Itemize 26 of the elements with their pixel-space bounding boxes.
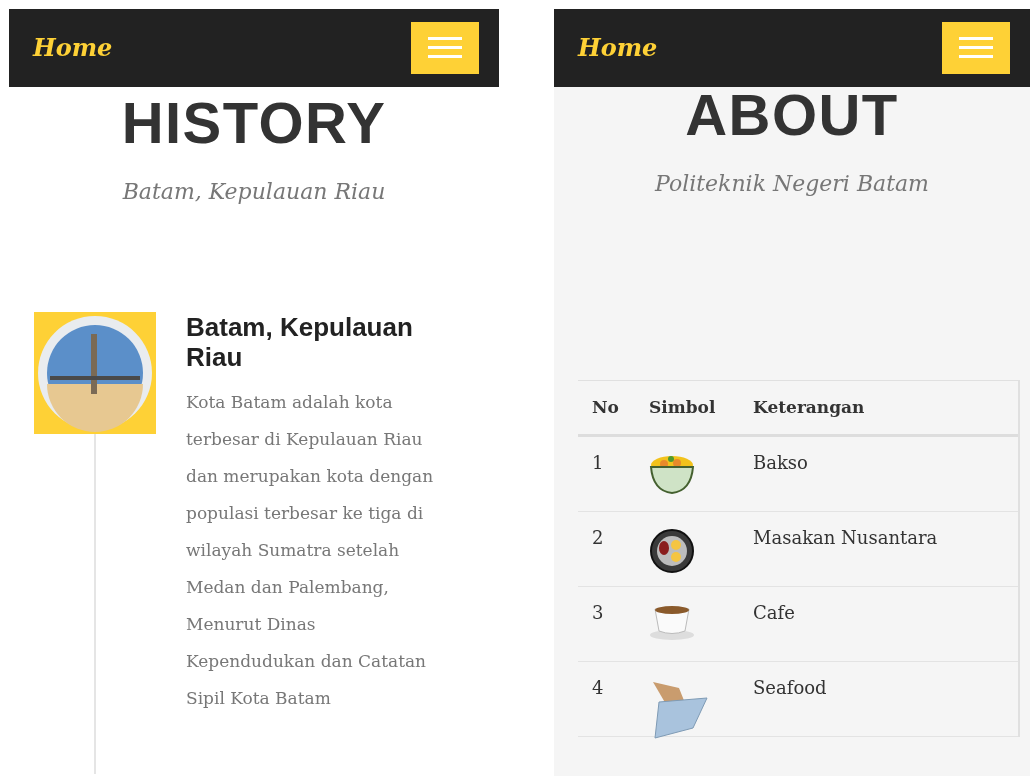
column-header: No (591, 395, 620, 419)
table-cell-text: 4 (591, 676, 605, 700)
column-header: Simbol (649, 395, 717, 419)
page-subtitle: Batam, Kepulauan Riau (121, 178, 387, 206)
menu-icon (959, 37, 993, 59)
table-cell-text: 3 (591, 601, 605, 625)
table-cell-text: Bakso (753, 451, 808, 475)
cup-icon (649, 603, 695, 641)
menu-button[interactable] (411, 22, 479, 74)
timeline-heading: Batam, Kepulauan Riau (186, 312, 414, 372)
table-cell-text: 2 (591, 526, 605, 550)
page-title: HISTORY (120, 91, 388, 155)
page-subtitle: Politeknik Negeri Batam (653, 170, 930, 198)
bowl-icon (649, 453, 695, 495)
timeline-text: Kota Batam adalah kota terbesar di Kepulauan Riau dan merupakan kota dengan populasi terbesar ke tiga di wilayah Sumatra setelah Medan dan Palembang, Menurut Dinas Kependudukan dan Catatan Sipil Kota Batam (186, 391, 435, 710)
table-cell-text: 1 (591, 451, 605, 475)
table-cell-text: Seafood (753, 676, 827, 700)
menu-icon (428, 37, 462, 59)
column-header: Keterangan (753, 395, 865, 419)
home-link[interactable]: Home (33, 30, 113, 66)
plate-icon (649, 528, 695, 574)
table-cell-text: Cafe (753, 601, 795, 625)
page-title: ABOUT (684, 83, 900, 147)
home-link[interactable]: Home (578, 30, 658, 66)
table-cell-text: Masakan Nusantara (753, 526, 938, 550)
menu-button[interactable] (942, 22, 1010, 74)
